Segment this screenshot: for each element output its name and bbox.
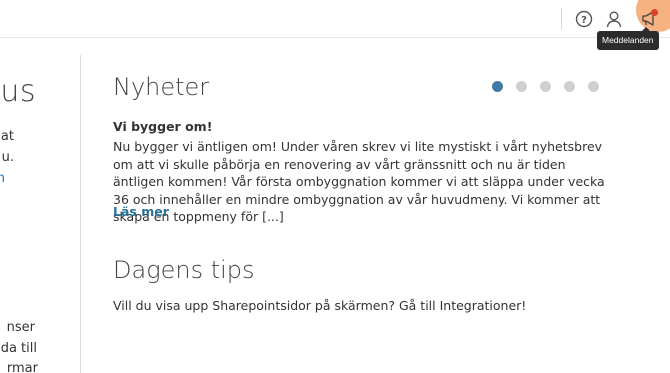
topbar-divider: [561, 8, 562, 30]
notifications-tooltip: Meddelanden: [597, 27, 659, 50]
left-panel-text-line: da till: [0, 341, 37, 356]
read-more-link[interactable]: Läs mer: [113, 204, 169, 219]
carousel-dot-1[interactable]: [492, 81, 503, 92]
left-panel-text-line: u.: [1, 150, 14, 165]
left-panel: tus at u. n nser da till rmar: [0, 39, 80, 373]
user-icon: [606, 11, 622, 28]
tips-title: Dagens tips: [113, 256, 255, 284]
news-carousel-dots: [492, 81, 599, 92]
news-title: Nyheter: [113, 73, 210, 101]
tips-text: Vill du visa upp Sharepointsidor på skär…: [113, 298, 527, 313]
carousel-dot-5[interactable]: [588, 81, 599, 92]
user-button[interactable]: [603, 8, 625, 30]
carousel-dot-3[interactable]: [540, 81, 551, 92]
top-bar: ?: [0, 0, 670, 38]
left-panel-link[interactable]: n: [0, 171, 5, 186]
left-panel-text-line: nser: [6, 320, 35, 335]
left-panel-text-line: rmar: [6, 361, 38, 373]
svg-text:?: ?: [581, 15, 587, 26]
help-button[interactable]: ?: [573, 8, 595, 30]
left-panel-heading: tus: [0, 74, 36, 109]
left-panel-border: [80, 55, 81, 373]
carousel-dot-2[interactable]: [516, 81, 527, 92]
notification-badge: [651, 9, 658, 16]
question-circle-icon: ?: [575, 10, 593, 28]
carousel-dot-4[interactable]: [564, 81, 575, 92]
news-article-body: Nu bygger vi äntligen om! Under våren sk…: [113, 139, 605, 224]
left-panel-text-line: at: [0, 129, 14, 144]
news-article-title: Vi bygger om!: [113, 119, 213, 134]
